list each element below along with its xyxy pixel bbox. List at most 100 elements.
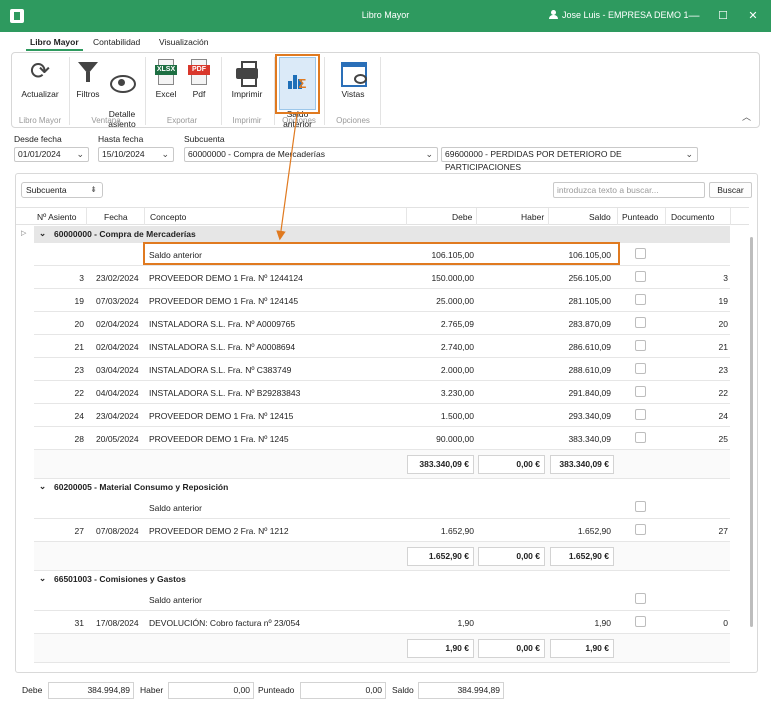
footer-debe-value: 384.994,89 xyxy=(48,682,134,699)
punteado-checkbox[interactable] xyxy=(635,409,646,420)
punteado-checkbox[interactable] xyxy=(635,432,646,443)
excel-label: Excel xyxy=(155,89,177,99)
table-row[interactable]: Saldo anterior xyxy=(34,588,730,611)
table-row[interactable]: 23 03/04/2024 INSTALADORA S.L. Fra. Nº C38… xyxy=(34,358,730,381)
collapse-ribbon-icon[interactable]: ︿ xyxy=(742,110,751,123)
tab-contabilidad[interactable]: Contabilidad xyxy=(93,37,140,47)
total-debe: 383.340,09 € xyxy=(407,455,474,474)
excel-button[interactable]: XLSX Excel xyxy=(150,59,182,99)
punteado-checkbox[interactable] xyxy=(635,593,646,604)
tab-libro-mayor[interactable]: Libro Mayor xyxy=(26,37,83,51)
table-row[interactable]: Saldo anterior xyxy=(34,496,730,519)
total-debe: 1,90 € xyxy=(407,639,474,658)
imprimir-button[interactable]: Imprimir xyxy=(226,59,268,99)
col-saldo[interactable]: Saldo xyxy=(589,212,611,222)
cell-fecha: 07/08/2024 xyxy=(96,526,139,536)
desde-fecha-label: Desde fecha xyxy=(14,134,62,144)
cell-saldo: 1.652,90 xyxy=(577,526,611,536)
punteado-checkbox[interactable] xyxy=(635,248,646,259)
table-row[interactable]: 3 23/02/2024 PROVEEDOR DEMO 1 Fra. Nº 1244… xyxy=(34,266,730,289)
ribbon-separator xyxy=(221,57,222,125)
total-saldo: 1,90 € xyxy=(550,639,614,658)
subcuenta-from-select[interactable]: 60000000 - Compra de Mercaderías ⌄ xyxy=(184,147,438,162)
ribbon-separator xyxy=(145,57,146,125)
cell-saldo: 256.105,00 xyxy=(568,273,611,283)
search-input[interactable] xyxy=(553,182,705,198)
punteado-checkbox[interactable] xyxy=(635,271,646,282)
group-row[interactable]: ⌄ 60000000 - Compra de Mercaderías xyxy=(34,226,730,243)
close-button[interactable]: ✕ xyxy=(740,6,766,26)
vertical-scrollbar[interactable] xyxy=(749,225,755,670)
pdf-button[interactable]: PDF Pdf xyxy=(184,59,214,99)
punteado-checkbox[interactable] xyxy=(635,501,646,512)
punteado-checkbox[interactable] xyxy=(635,386,646,397)
footer-punteado-value: 0,00 xyxy=(300,682,386,699)
footer-saldo-label: Saldo xyxy=(392,685,414,695)
group-label-opciones-2: Opciones xyxy=(336,116,370,125)
footer-debe-label: Debe xyxy=(22,685,43,695)
expand-row-icon[interactable]: ▷ xyxy=(21,229,26,237)
group-row[interactable]: ⌄ 60200005 - Material Consumo y Reposició… xyxy=(34,479,730,496)
cell-documento: 27 xyxy=(718,526,728,536)
table-row[interactable]: 20 02/04/2024 INSTALADORA S.L. Fra. Nº A00… xyxy=(34,312,730,335)
group-by-select[interactable]: Subcuenta ⇟ xyxy=(21,182,103,198)
cell-documento: 25 xyxy=(718,434,728,444)
group-row[interactable]: ⌄ 66501003 - Comisiones y Gastos xyxy=(34,571,730,588)
table-row[interactable]: 21 02/04/2024 INSTALADORA S.L. Fra. Nº A00… xyxy=(34,335,730,358)
desde-fecha-select[interactable]: 01/01/2024 ⌄ xyxy=(14,147,89,162)
col-haber[interactable]: Haber xyxy=(521,212,544,222)
col-fecha[interactable]: Fecha xyxy=(104,212,128,222)
cell-documento: 24 xyxy=(718,411,728,421)
punteado-checkbox[interactable] xyxy=(635,340,646,351)
cell-saldo: 291.840,09 xyxy=(568,388,611,398)
punteado-checkbox[interactable] xyxy=(635,317,646,328)
cell-debe: 90.000,00 xyxy=(436,434,474,444)
col-punteado[interactable]: Punteado xyxy=(622,212,658,222)
chevron-down-icon[interactable]: ⌄ xyxy=(39,573,46,584)
chevron-down-icon: ⌄ xyxy=(161,149,169,159)
totals-row: 1,90 €0,00 €1,90 € xyxy=(34,634,730,663)
minimize-button[interactable]: — xyxy=(681,6,707,26)
punteado-checkbox[interactable] xyxy=(635,363,646,374)
cell-fecha: 02/04/2024 xyxy=(96,342,139,352)
col-asiento[interactable]: Nº Asiento xyxy=(37,212,77,222)
cell-concepto: PROVEEDOR DEMO 2 Fra. Nº 1212 xyxy=(149,526,289,536)
cell-debe: 2.000,00 xyxy=(440,365,474,375)
user-info[interactable]: Jose Luis - EMPRESA DEMO 1 xyxy=(549,10,689,20)
tab-visualizacion[interactable]: Visualización xyxy=(159,37,208,47)
col-documento[interactable]: Documento xyxy=(671,212,714,222)
chevron-down-icon[interactable]: ⌄ xyxy=(39,481,46,492)
hasta-fecha-select[interactable]: 15/10/2024 ⌄ xyxy=(98,147,174,162)
subcuenta-to-value: 69600000 - PERDIDAS POR DETERIORO DE PAR… xyxy=(445,149,622,172)
search-button[interactable]: Buscar xyxy=(709,182,752,198)
filtros-button[interactable]: Filtros xyxy=(73,59,103,99)
maximize-button[interactable]: ☐ xyxy=(710,6,736,26)
punteado-checkbox[interactable] xyxy=(635,616,646,627)
subcuenta-label: Subcuenta xyxy=(184,134,225,144)
col-concepto[interactable]: Concepto xyxy=(150,212,186,222)
ribbon-separator xyxy=(380,57,381,125)
actualizar-button[interactable]: Actualizar xyxy=(18,59,62,99)
col-debe[interactable]: Debe xyxy=(452,212,472,222)
chevron-down-icon[interactable]: ⌄ xyxy=(39,228,46,239)
total-haber: 0,00 € xyxy=(478,455,545,474)
cell-documento: 3 xyxy=(723,273,728,283)
punteado-checkbox[interactable] xyxy=(635,294,646,305)
table-row[interactable]: 27 07/08/2024 PROVEEDOR DEMO 2 Fra. Nº 121… xyxy=(34,519,730,542)
table-row[interactable]: 31 17/08/2024 DEVOLUCIÓN: Cobro factura nº… xyxy=(34,611,730,634)
cell-documento: 19 xyxy=(718,296,728,306)
table-row[interactable]: 22 04/04/2024 INSTALADORA S.L. Fra. Nº B29… xyxy=(34,381,730,404)
chevron-down-icon: ⌄ xyxy=(425,149,433,159)
vistas-button[interactable]: Vistas xyxy=(330,59,376,99)
subcuenta-to-select[interactable]: 69600000 - PERDIDAS POR DETERIORO DE PAR… xyxy=(441,147,698,172)
chevron-down-icon: ⌄ xyxy=(76,149,84,159)
scrollbar-thumb[interactable] xyxy=(750,237,753,627)
table-row[interactable]: 28 20/05/2024 PROVEEDOR DEMO 1 Fra. Nº 124… xyxy=(34,427,730,450)
punteado-checkbox[interactable] xyxy=(635,524,646,535)
ribbon-separator xyxy=(69,57,70,125)
cell-asiento: 31 xyxy=(74,618,84,628)
table-row[interactable]: 19 07/03/2024 PROVEEDOR DEMO 1 Fra. Nº 124… xyxy=(34,289,730,312)
ribbon-toolbar: Actualizar Libro Mayor Filtros Detalle a… xyxy=(11,52,760,129)
cell-concepto: PROVEEDOR DEMO 1 Fra. Nº 1244124 xyxy=(149,273,303,283)
table-row[interactable]: 24 23/04/2024 PROVEEDOR DEMO 1 Fra. Nº 124… xyxy=(34,404,730,427)
